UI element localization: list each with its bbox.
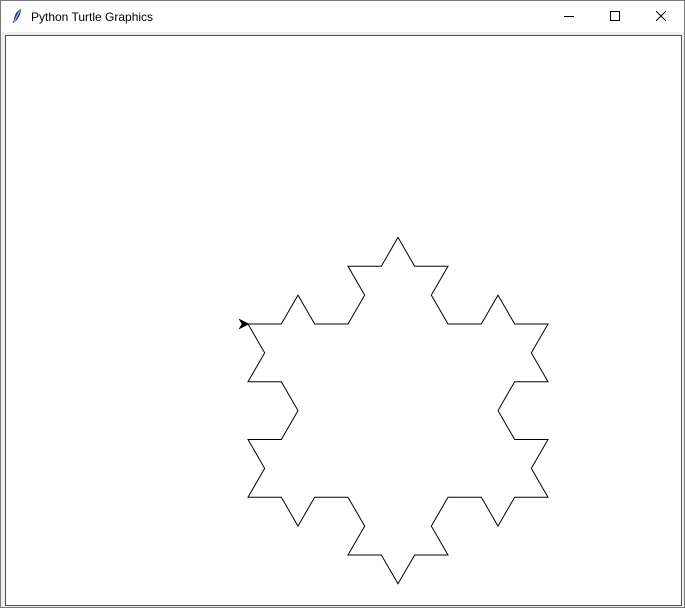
turtle-arrow-icon: [238, 318, 250, 330]
close-icon: [655, 8, 667, 26]
feather-icon: [10, 8, 24, 24]
window-title: Python Turtle Graphics: [31, 10, 154, 24]
close-button[interactable]: [638, 1, 684, 32]
title-bar[interactable]: Python Turtle Graphics: [1, 1, 684, 32]
maximize-icon: [610, 8, 620, 26]
turtle-canvas[interactable]: [6, 36, 681, 605]
maximize-button[interactable]: [592, 1, 638, 32]
minimize-icon: [564, 8, 574, 26]
turtle-window: Python Turtle Graphics: [0, 0, 685, 608]
turtle-canvas-frame: [5, 35, 682, 606]
minimize-button[interactable]: [546, 1, 592, 32]
koch-snowflake-path: [247, 236, 549, 585]
